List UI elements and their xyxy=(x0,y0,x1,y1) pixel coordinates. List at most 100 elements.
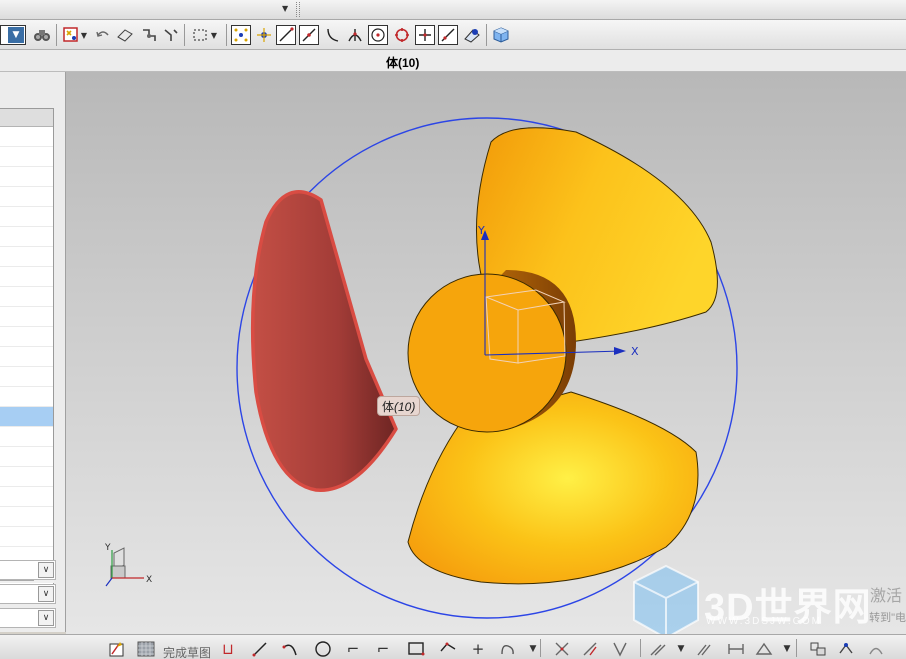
navigator-list[interactable]: › xyxy=(0,108,54,604)
list-item[interactable] xyxy=(0,447,53,467)
profile-icon[interactable]: ⊔ xyxy=(218,640,238,658)
graphics-viewport[interactable]: X Y Y X 体(10) 3D世界网 WWW.3DSJW.COM 激活 转到"… xyxy=(66,72,906,634)
snap-icon[interactable] xyxy=(160,24,182,46)
chevron-down-icon[interactable]: ▼ xyxy=(777,640,797,658)
list-item[interactable] xyxy=(0,347,53,367)
chevron-down-icon[interactable]: ▼ xyxy=(208,24,220,46)
finish-sketch-label[interactable]: 完成草图 xyxy=(163,644,211,659)
studio-spline-icon[interactable] xyxy=(498,640,518,658)
chevron-down-icon[interactable]: ▼ xyxy=(78,24,90,46)
details-combo[interactable]: ∨ xyxy=(0,560,56,580)
list-item[interactable] xyxy=(0,167,53,187)
line-icon[interactable] xyxy=(250,640,270,658)
end-point-icon[interactable] xyxy=(253,24,275,46)
circle-icon[interactable] xyxy=(313,640,333,658)
corner-icon[interactable] xyxy=(610,640,630,658)
layout-icon[interactable] xyxy=(808,640,828,658)
curve-point-icon[interactable] xyxy=(322,24,344,46)
toolbar-separator xyxy=(184,24,185,46)
activation-notice: 激活 xyxy=(869,588,902,605)
triad-x-label: X xyxy=(146,575,152,585)
snap-toggle-icon[interactable] xyxy=(231,25,251,45)
dependencies-combo[interactable]: ∨ xyxy=(0,608,56,628)
sketch-toolbar: 完成草图 ⊔ ⌐ ⌐ + ▼ ▼ ▼ xyxy=(0,634,906,659)
extend-icon[interactable] xyxy=(580,640,600,658)
point-on-face-icon[interactable] xyxy=(461,24,483,46)
list-item[interactable] xyxy=(0,127,53,147)
view-triad: Y X xyxy=(104,543,152,587)
dropdown-arrow-icon[interactable]: ▼ xyxy=(282,4,288,13)
toolbar-separator xyxy=(486,24,487,46)
triad-y-label: Y xyxy=(104,543,111,553)
menu-strip: ▼ xyxy=(0,0,906,20)
list-item[interactable] xyxy=(0,187,53,207)
preview-combo[interactable]: ∨ xyxy=(0,584,56,604)
list-item[interactable] xyxy=(0,507,53,527)
reattach-icon[interactable] xyxy=(866,640,886,658)
list-item[interactable] xyxy=(0,327,53,347)
selection-toolbar: ▼ ▼ ▼ xyxy=(0,20,906,50)
chevron-down-icon[interactable]: ∨ xyxy=(38,562,54,578)
mid-point-icon[interactable] xyxy=(299,25,319,45)
selection-status-label: 体(10) xyxy=(386,56,420,70)
fillet-icon[interactable]: ⌐ xyxy=(343,640,363,658)
point-icon[interactable]: + xyxy=(468,640,488,658)
eraser-icon[interactable] xyxy=(114,24,136,46)
cube-icon[interactable] xyxy=(490,24,512,46)
selection-tooltip: 体(10) xyxy=(377,396,421,416)
polygon-icon[interactable] xyxy=(438,640,458,658)
list-item[interactable] xyxy=(0,427,53,447)
fan-model: X Y Y X xyxy=(104,117,738,619)
list-item[interactable] xyxy=(0,247,53,267)
list-item[interactable] xyxy=(0,147,53,167)
chevron-down-icon[interactable]: ∨ xyxy=(38,586,54,602)
offset-icon[interactable] xyxy=(648,640,668,658)
line-point-icon[interactable] xyxy=(276,25,296,45)
intersection-icon[interactable] xyxy=(344,24,366,46)
blade-selected[interactable] xyxy=(250,190,398,492)
tooltip-label: 体 xyxy=(382,400,395,414)
toolbar-grip[interactable] xyxy=(296,2,300,17)
list-item[interactable] xyxy=(0,367,53,387)
list-item[interactable] xyxy=(0,527,53,547)
trim-icon[interactable] xyxy=(552,640,572,658)
dimension-icon[interactable] xyxy=(726,640,746,658)
toolbar-separator xyxy=(640,639,641,657)
type-filter-combo[interactable]: ▼ xyxy=(0,25,26,45)
display-icon[interactable] xyxy=(754,640,774,658)
list-item[interactable] xyxy=(0,467,53,487)
snap-view-icon[interactable] xyxy=(836,640,856,658)
snap-point-icon[interactable] xyxy=(138,24,160,46)
toolbar-separator xyxy=(540,639,541,657)
list-item-selected[interactable] xyxy=(0,407,53,427)
binoculars-icon[interactable] xyxy=(31,24,53,46)
rectangle-icon[interactable] xyxy=(406,640,426,658)
list-item[interactable] xyxy=(0,267,53,287)
csys-x-label: X xyxy=(631,345,639,358)
chamfer-icon[interactable]: ⌐ xyxy=(373,640,393,658)
point-on-curve-icon[interactable] xyxy=(438,25,458,45)
list-item[interactable] xyxy=(0,227,53,247)
list-item[interactable] xyxy=(0,487,53,507)
list-item[interactable] xyxy=(0,387,53,407)
chevron-down-icon[interactable]: ▼ xyxy=(671,640,691,658)
existing-point-icon[interactable] xyxy=(415,25,435,45)
part-navigator-panel: › ∨ ∨ ∨ xyxy=(0,72,66,632)
finish-sketch-icon[interactable] xyxy=(107,640,127,658)
quadrant-icon[interactable] xyxy=(391,24,413,46)
undo-selection-icon[interactable] xyxy=(92,24,114,46)
list-item[interactable] xyxy=(0,207,53,227)
list-item[interactable] xyxy=(0,307,53,327)
arc-icon[interactable] xyxy=(280,640,300,658)
center-point-icon[interactable] xyxy=(368,25,388,45)
csys-y-label: Y xyxy=(477,224,485,237)
sketch-grid-icon[interactable] xyxy=(136,640,156,658)
list-item[interactable] xyxy=(0,287,53,307)
chevron-down-icon[interactable]: ∨ xyxy=(38,610,54,626)
navigator-header[interactable] xyxy=(0,109,53,127)
toolbar-separator xyxy=(56,24,57,46)
activation-notice-sub: 转到"电 xyxy=(869,612,906,624)
constraint-icon[interactable] xyxy=(695,640,715,658)
tooltip-number: (10) xyxy=(394,400,416,414)
chevron-down-icon[interactable]: ▼ xyxy=(8,27,24,43)
